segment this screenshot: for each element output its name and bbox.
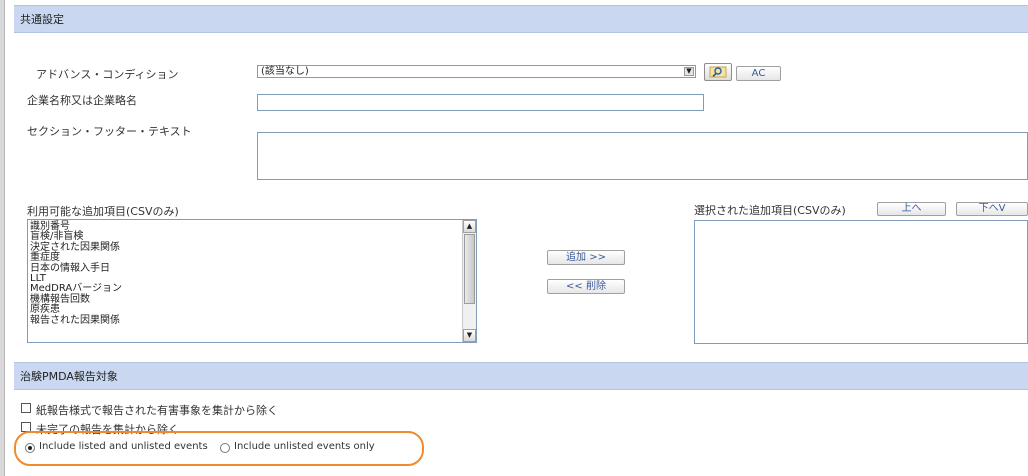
available-items-label: 利用可能な追加項目(CSVのみ) <box>27 205 179 218</box>
exclude-paper-checkbox[interactable] <box>21 403 31 413</box>
pmda-section-header: 治験PMDA報告対象 <box>14 362 1028 390</box>
scroll-down-icon[interactable]: ▼ <box>463 329 476 342</box>
available-items-list: 識別番号 盲検/非盲検 決定された因果関係 重症度 日本の情報入手日 LLT MedDRAバ… <box>30 221 122 326</box>
common-settings-header: 共通設定 <box>14 5 1028 33</box>
listbox-scrollbar[interactable]: ▲ ▼ <box>462 220 476 342</box>
company-name-label: 企業名称又は企業略名 <box>27 94 137 107</box>
section-footer-label: セクション・フッター・テキスト <box>27 125 192 138</box>
company-name-input[interactable] <box>257 94 704 111</box>
advanced-condition-select[interactable]: (該当なし) ▼ <box>257 65 696 78</box>
move-up-button[interactable]: 上へ <box>877 202 946 216</box>
pmda-section-title: 治験PMDA報告対象 <box>20 370 118 383</box>
available-items-listbox[interactable]: 識別番号 盲検/非盲検 決定された因果関係 重症度 日本の情報入手日 LLT MedDRAバ… <box>27 219 477 343</box>
search-condition-button[interactable] <box>704 63 732 81</box>
magnifier-icon <box>709 66 727 78</box>
move-down-button[interactable]: 下へV <box>956 202 1028 216</box>
advanced-condition-label: アドバンス・コンディション <box>36 68 179 81</box>
selected-items-listbox[interactable] <box>694 220 1028 344</box>
add-button[interactable]: 追加 >> <box>547 250 625 265</box>
exclude-paper-label: 紙報告様式で報告された有害事象を集計から除く <box>36 404 278 417</box>
advanced-condition-value: (該当なし) <box>261 66 309 77</box>
dropdown-arrow-icon[interactable]: ▼ <box>684 67 694 76</box>
scroll-thumb[interactable] <box>464 234 475 304</box>
list-item[interactable]: 報告された因果関係 <box>30 315 122 326</box>
remove-button[interactable]: << 削除 <box>547 279 625 294</box>
left-border <box>0 0 5 476</box>
ac-button[interactable]: AC <box>736 66 781 81</box>
scroll-up-icon[interactable]: ▲ <box>463 220 476 233</box>
highlight-annotation <box>14 431 424 466</box>
selected-items-label: 選択された追加項目(CSVのみ) <box>694 204 846 217</box>
common-settings-title: 共通設定 <box>20 13 64 26</box>
section-footer-textarea[interactable] <box>257 132 1028 180</box>
